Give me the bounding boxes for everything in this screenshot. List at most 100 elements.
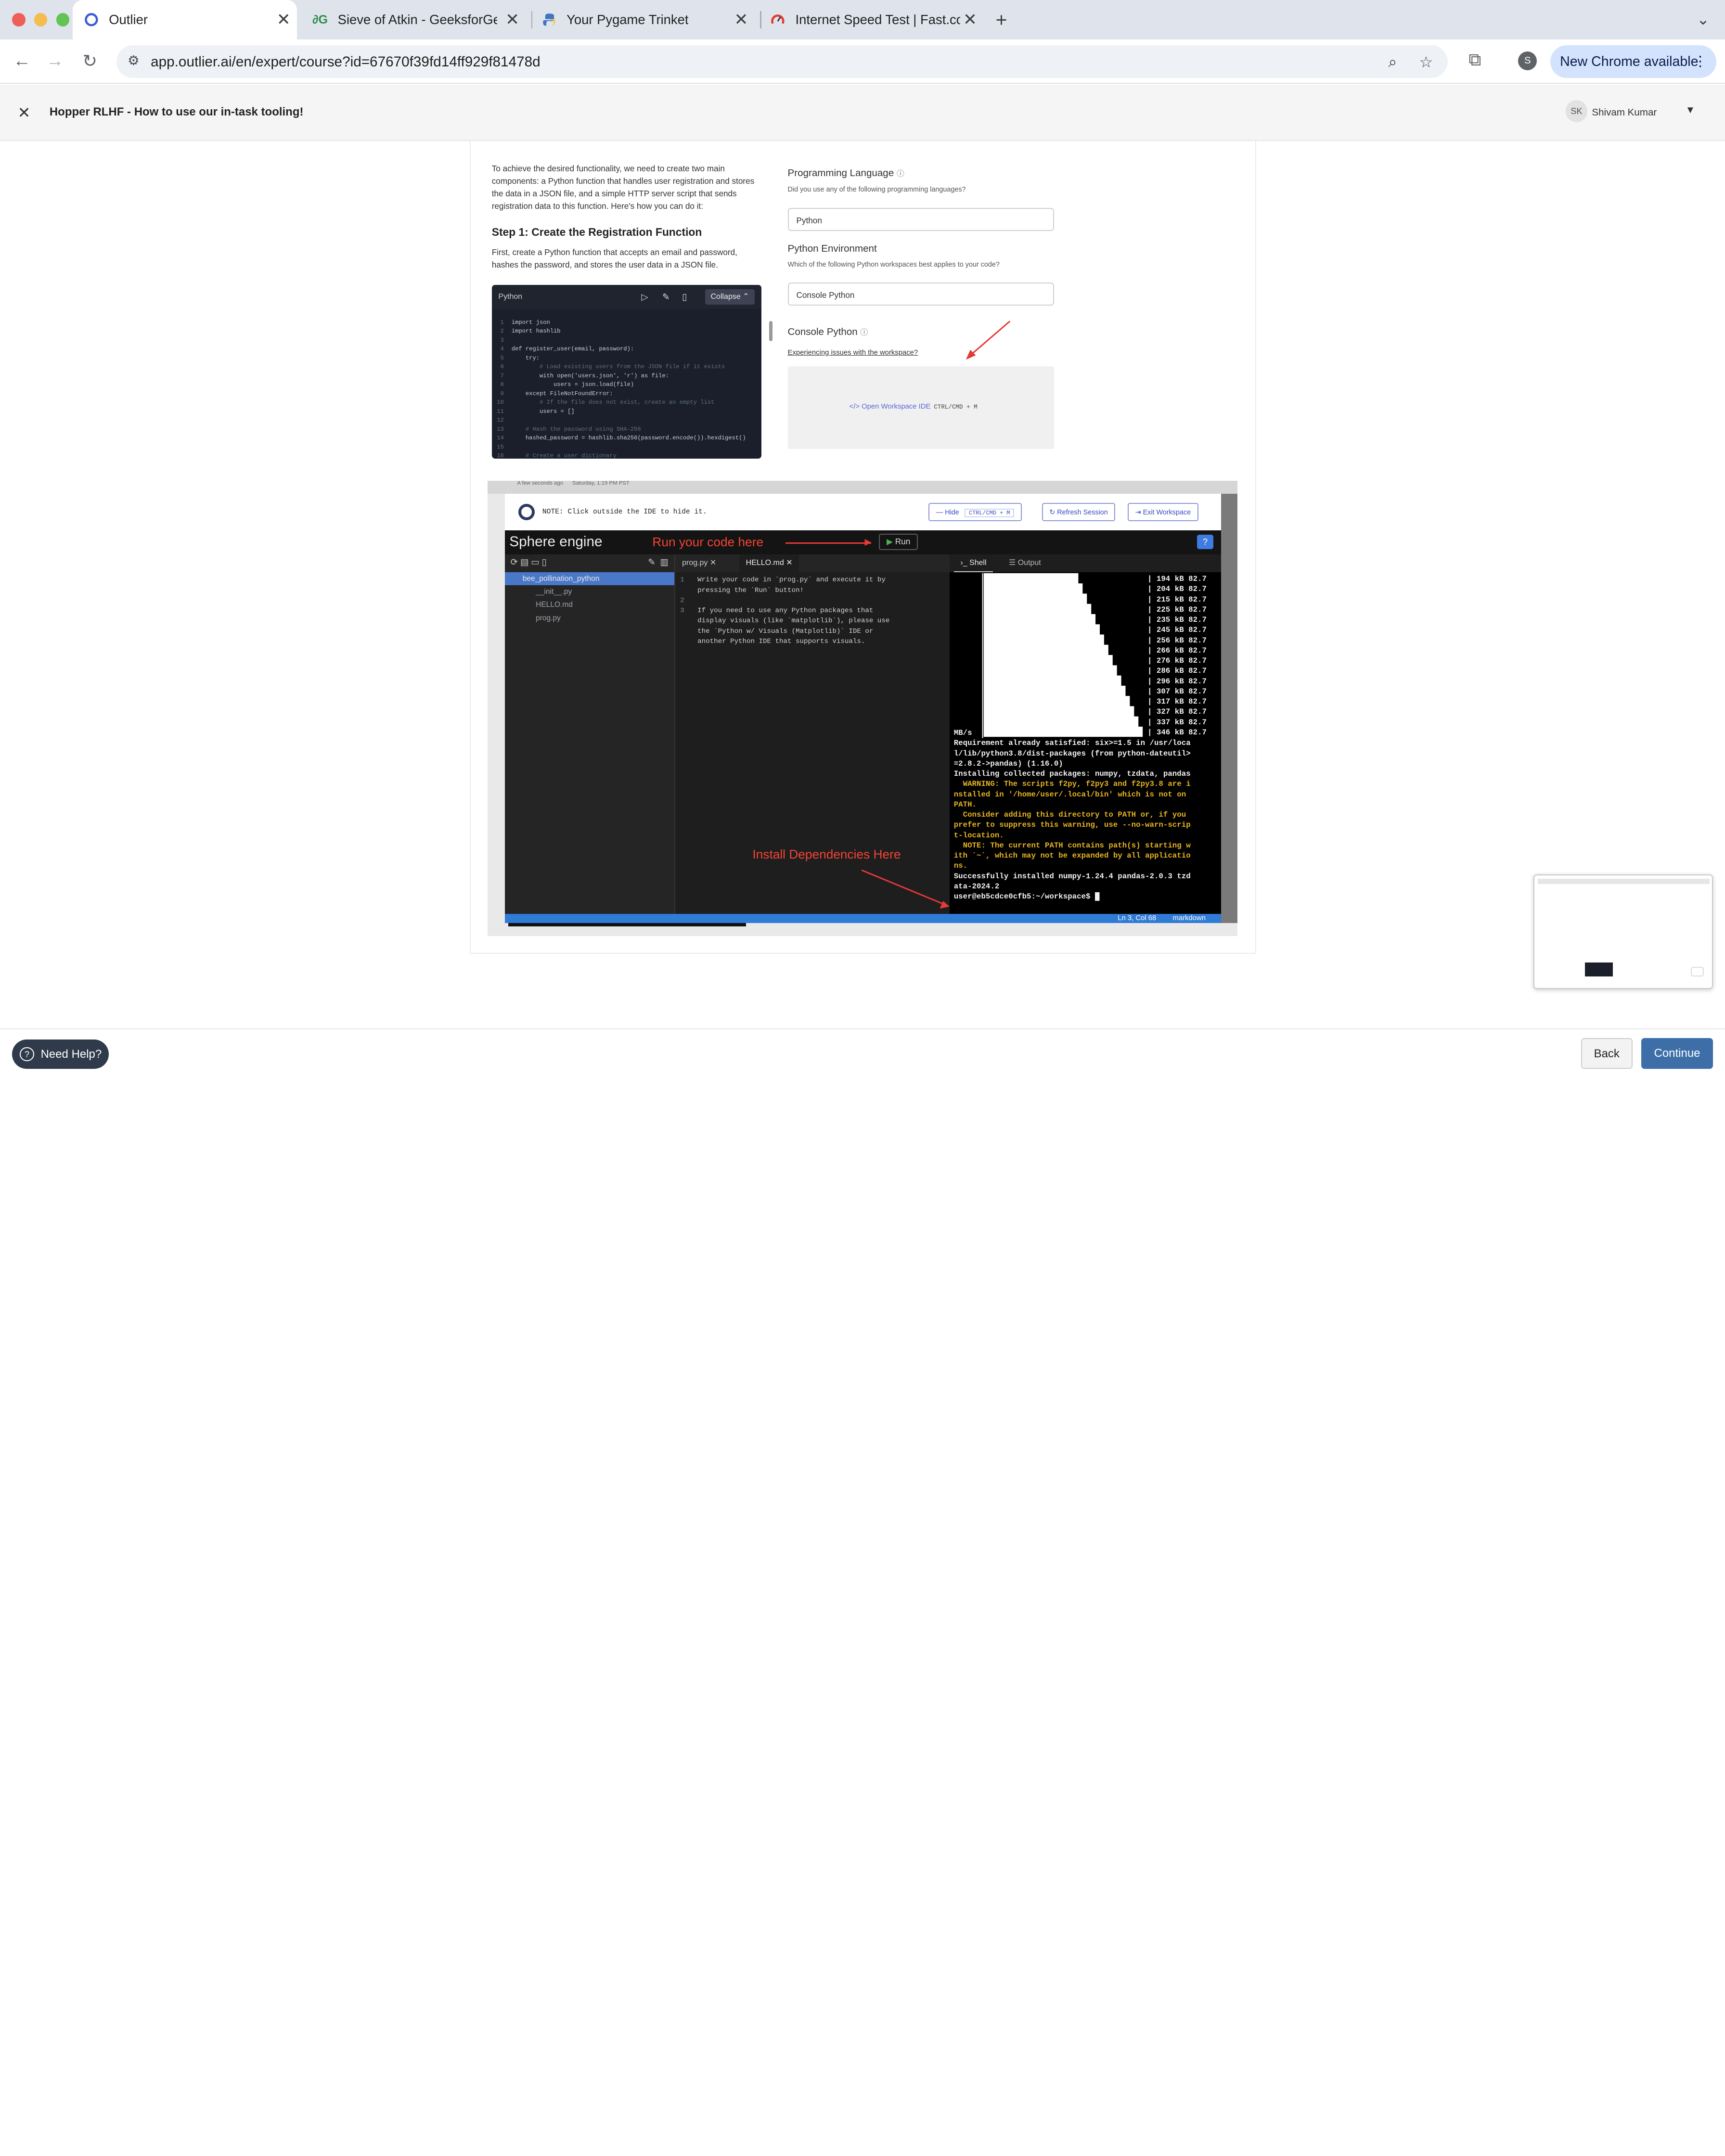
continue-button[interactable]: Continue xyxy=(1641,1038,1713,1069)
exit-workspace-button[interactable]: ⇥ Exit Workspace xyxy=(1127,502,1198,522)
address-bar[interactable]: ⚙ app.outlier.ai/en/expert/course?id=676… xyxy=(116,45,1448,78)
copy-clipboard-icon[interactable]: ▯ xyxy=(682,292,687,302)
tab-geeksforgeeks[interactable]: ∂G Sieve of Atkin - GeeksforGee ✕ xyxy=(310,0,526,39)
info-icon[interactable]: ⓘ xyxy=(860,329,868,337)
hide-ide-button[interactable]: — Hide CTRL/CMD + M xyxy=(928,502,1022,522)
course-header: ✕ Hopper RLHF - How to use our in-task t… xyxy=(0,84,1725,141)
background-strip: A few seconds ago Saturday, 1:19 PM PST xyxy=(487,480,1238,494)
download-progress: | 194 kB 82.7 | 204 kB 82.7 | 215 kB 82.… xyxy=(949,573,1222,738)
workspace-panel: </> Open Workspace IDE CTRL/CMD + M xyxy=(787,366,1054,449)
tree-file-item[interactable]: HELLO.md xyxy=(505,598,674,611)
programming-language-question: Did you use any of the following program… xyxy=(787,186,966,194)
tab-title: Outlier xyxy=(109,12,148,27)
cursor-position: Ln 3, Col 68 xyxy=(1118,914,1157,923)
ide-run-button[interactable]: ▶ Run xyxy=(879,533,918,550)
terminal-line: Installing collected packages: numpy, tz… xyxy=(953,770,1191,779)
close-course-icon[interactable]: ✕ xyxy=(18,103,31,122)
tab-close-icon[interactable]: ✕ xyxy=(734,10,748,29)
editor-line: display visuals (like `matplotlib`), ple… xyxy=(697,617,890,625)
screen-thumbnail-preview[interactable] xyxy=(1533,874,1713,989)
output-tab[interactable]: ☰ Output xyxy=(1002,554,1047,572)
chrome-update-button[interactable]: New Chrome available ⋮ xyxy=(1550,45,1716,78)
refresh-session-button[interactable]: ↻ Refresh Session xyxy=(1042,502,1116,522)
window-zoom-button[interactable] xyxy=(56,13,69,26)
edit-pencil-icon[interactable]: ✎ xyxy=(662,292,669,302)
zoom-magnifier-icon[interactable]: ⌕ xyxy=(1389,53,1397,71)
tab-title: Your Pygame Trinket xyxy=(566,12,689,27)
tree-file-item[interactable]: __init__.py xyxy=(505,585,674,598)
upload-icon[interactable]: ▯ xyxy=(542,557,547,567)
code-line: 7 with open('users.json', 'r') as file: xyxy=(500,372,669,379)
new-tab-plus-icon[interactable]: + xyxy=(996,9,1007,31)
new-folder-icon[interactable]: ▭ xyxy=(531,557,539,567)
extensions-puzzle-icon[interactable]: ⧉ xyxy=(1468,50,1481,70)
terminal-output[interactable]: MB/s Requirement already satisfied: six>=… xyxy=(954,728,1220,902)
code-line: 2 import hashlib xyxy=(500,328,561,335)
need-help-button[interactable]: ? Need Help? xyxy=(12,1039,109,1069)
window-minimize-button[interactable] xyxy=(34,13,48,26)
rename-icon[interactable]: ✎ xyxy=(648,557,655,567)
tree-folder-item[interactable]: bee_pollination_python xyxy=(505,572,675,585)
profile-avatar[interactable]: S xyxy=(1518,51,1537,71)
user-avatar[interactable]: SK xyxy=(1565,100,1588,122)
arrowhead-icon: ▶ xyxy=(864,537,872,547)
editor-line: 1 Write your code in `prog.py` and execut… xyxy=(680,576,886,584)
delete-icon[interactable]: ▥ xyxy=(660,557,668,567)
ide-note-bar: NOTE: Click outside the IDE to hide it. … xyxy=(505,494,1222,530)
bookmark-star-icon[interactable]: ☆ xyxy=(1419,53,1433,71)
shell-tab[interactable]: ›_ Shell xyxy=(953,554,993,572)
editor-lines: 1 Write your code in `prog.py` and execut… xyxy=(675,572,950,647)
open-workspace-ide-button[interactable]: </> Open Workspace IDE CTRL/CMD + M xyxy=(850,403,978,411)
code-line: 3 xyxy=(500,336,504,344)
code-line: 12 xyxy=(497,417,504,424)
background-codebox-edge xyxy=(508,923,746,926)
forward-arrow-icon[interactable]: → xyxy=(46,51,64,71)
tab-outlier[interactable]: Outlier ✕ xyxy=(72,0,297,40)
pane-resize-handle[interactable] xyxy=(769,321,772,341)
site-info-icon[interactable]: ⚙ xyxy=(128,53,140,68)
info-icon[interactable]: ⓘ xyxy=(897,170,904,178)
python-environment-field[interactable]: Console Python xyxy=(787,282,1054,306)
terminal-line: WARNING: The scripts f2py, f2py3 and f2p… xyxy=(953,780,1191,789)
ide-screenshot: A few seconds ago Saturday, 1:19 PM PST … xyxy=(487,480,1238,937)
new-file-icon[interactable]: ▤ xyxy=(520,557,528,567)
course-title: Hopper RLHF - How to use our in-task too… xyxy=(49,105,304,119)
tab-search-chevron-icon[interactable]: ⌄ xyxy=(1697,10,1710,28)
editor-line: pressing the `Run` button! xyxy=(697,586,804,594)
terminal-line: PATH. xyxy=(953,800,977,809)
background-page-edge xyxy=(1220,494,1238,937)
ide-note-text: NOTE: Click outside the IDE to hide it. xyxy=(542,508,707,516)
workspace-issues-link[interactable]: Experiencing issues with the workspace? xyxy=(788,349,918,357)
back-arrow-icon[interactable]: ← xyxy=(13,51,31,71)
help-icon[interactable]: ? xyxy=(1197,534,1214,549)
sphere-engine-ide: Sphere engine Run your code here ▶ ▶ Run… xyxy=(505,530,1222,923)
terminal-line: user@eb5cdce0cfb5:~/workspace$ █ xyxy=(953,892,1100,901)
tab-close-icon[interactable]: ✕ xyxy=(963,10,977,29)
step-paragraph: First, create a Python function that acc… xyxy=(491,247,737,270)
code-language: Python xyxy=(498,292,523,301)
collapse-button[interactable]: Collapse ⌃ xyxy=(705,289,755,305)
install-annotation: Install Dependencies Here xyxy=(752,847,901,861)
terminal-line: Successfully installed numpy-1.24.4 pand… xyxy=(953,872,1191,881)
refresh-icon[interactable]: ⟳ xyxy=(511,557,518,567)
code-line: 8 users = json.load(file) xyxy=(500,381,634,388)
editor-tab-active[interactable]: HELLO.md ✕ xyxy=(739,554,799,572)
more-menu-icon[interactable]: ⋮ xyxy=(1693,45,1708,78)
user-name[interactable]: Shivam Kumar xyxy=(1592,107,1657,118)
terminal-line: MB/s xyxy=(953,729,972,738)
tab-trinket[interactable]: Your Pygame Trinket ✕ xyxy=(539,0,755,39)
help-question-icon: ? xyxy=(20,1047,34,1062)
run-play-icon[interactable]: ▷ xyxy=(642,292,648,302)
back-button[interactable]: Back xyxy=(1581,1038,1633,1069)
user-menu-chevron-icon[interactable]: ▼ xyxy=(1686,104,1695,116)
tab-close-icon[interactable]: ✕ xyxy=(505,10,519,29)
programming-language-field[interactable]: Python xyxy=(787,207,1054,231)
ide-topbar: Sphere engine Run your code here ▶ ▶ Run… xyxy=(505,530,1222,554)
browser-tab-strip: Outlier ✕ ∂G Sieve of Atkin - GeeksforGe… xyxy=(0,0,1725,40)
editor-tab[interactable]: prog.py ✕ xyxy=(675,554,723,572)
window-close-button[interactable] xyxy=(12,13,26,26)
tab-close-icon[interactable]: ✕ xyxy=(277,10,291,29)
tab-fast-com[interactable]: Internet Speed Test | Fast.com ✕ xyxy=(768,0,983,39)
reload-icon[interactable]: ↻ xyxy=(82,51,97,71)
tree-file-item[interactable]: prog.py xyxy=(505,612,674,625)
